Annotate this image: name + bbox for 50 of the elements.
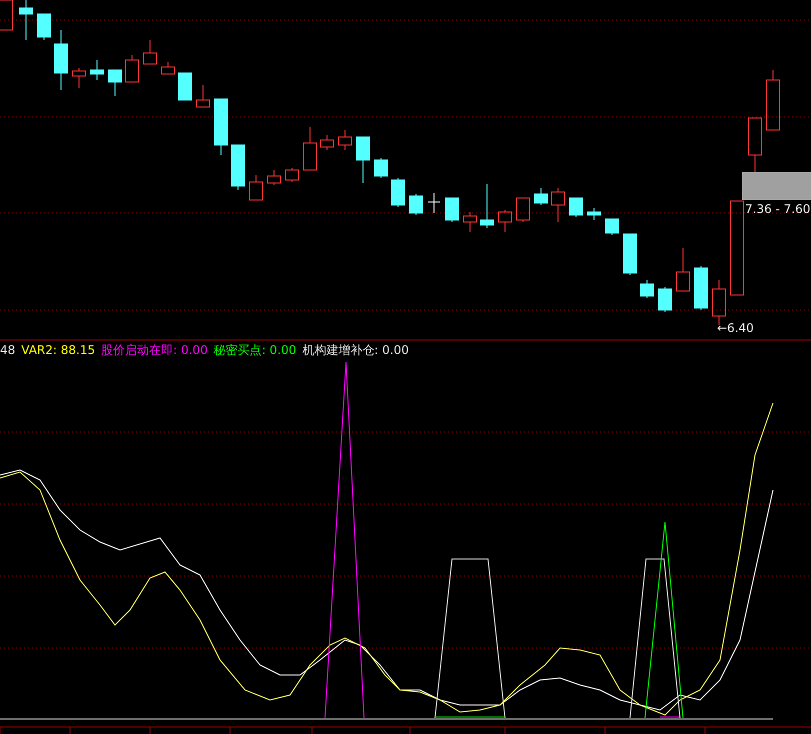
candlestick <box>231 144 245 190</box>
candlestick <box>143 40 157 64</box>
candlestick <box>498 210 512 232</box>
candlestick <box>605 218 619 236</box>
candlestick <box>551 188 565 222</box>
indicator-legend-value: 机构建增补仓: 0.00 <box>302 342 409 358</box>
indicator-legend-value: 股价启动在即: 0.00 <box>101 342 208 358</box>
candlestick <box>480 184 494 228</box>
candlestick <box>640 280 654 298</box>
price-range-highlight <box>742 172 811 200</box>
candlestick <box>623 234 637 276</box>
candlestick <box>534 188 548 206</box>
candlestick <box>0 0 13 30</box>
candlestick <box>516 198 530 222</box>
candlestick <box>214 98 228 156</box>
low-price-label: ←6.40 <box>717 321 754 335</box>
candlestick <box>54 30 68 90</box>
candlestick <box>196 84 210 108</box>
candlestick <box>178 72 192 100</box>
candlestick <box>19 0 33 40</box>
candlestick <box>463 212 477 232</box>
candlestick <box>356 136 370 184</box>
candlestick <box>766 70 780 130</box>
candlestick <box>748 118 762 172</box>
candlestick <box>569 198 583 218</box>
candlestick <box>658 286 672 312</box>
candlestick <box>90 60 104 80</box>
indicator-legend-value: VAR2: 88.15 <box>21 342 96 358</box>
candlestick <box>249 174 263 200</box>
candlestick <box>338 130 352 150</box>
candlestick <box>72 68 86 88</box>
candlestick <box>161 62 175 74</box>
candlestick <box>374 158 388 178</box>
candlestick <box>320 134 334 150</box>
candlestick <box>125 54 139 82</box>
candlestick <box>694 266 708 310</box>
candlestick <box>303 126 317 170</box>
candlestick <box>409 194 423 216</box>
indicator-legend-value: 48 <box>0 342 16 358</box>
candlestick <box>445 198 459 222</box>
candlestick <box>285 168 299 182</box>
candlestick <box>391 178 405 208</box>
candlestick <box>587 208 601 220</box>
candlestick <box>108 70 122 96</box>
candlestick <box>267 170 281 186</box>
candlestick <box>676 248 690 292</box>
candlestick <box>37 14 51 40</box>
candlestick <box>428 192 440 214</box>
indicator-legend-value: 秘密买点: 0.00 <box>214 342 296 358</box>
price-range-label: 7.36 - 7.60 <box>745 202 810 216</box>
